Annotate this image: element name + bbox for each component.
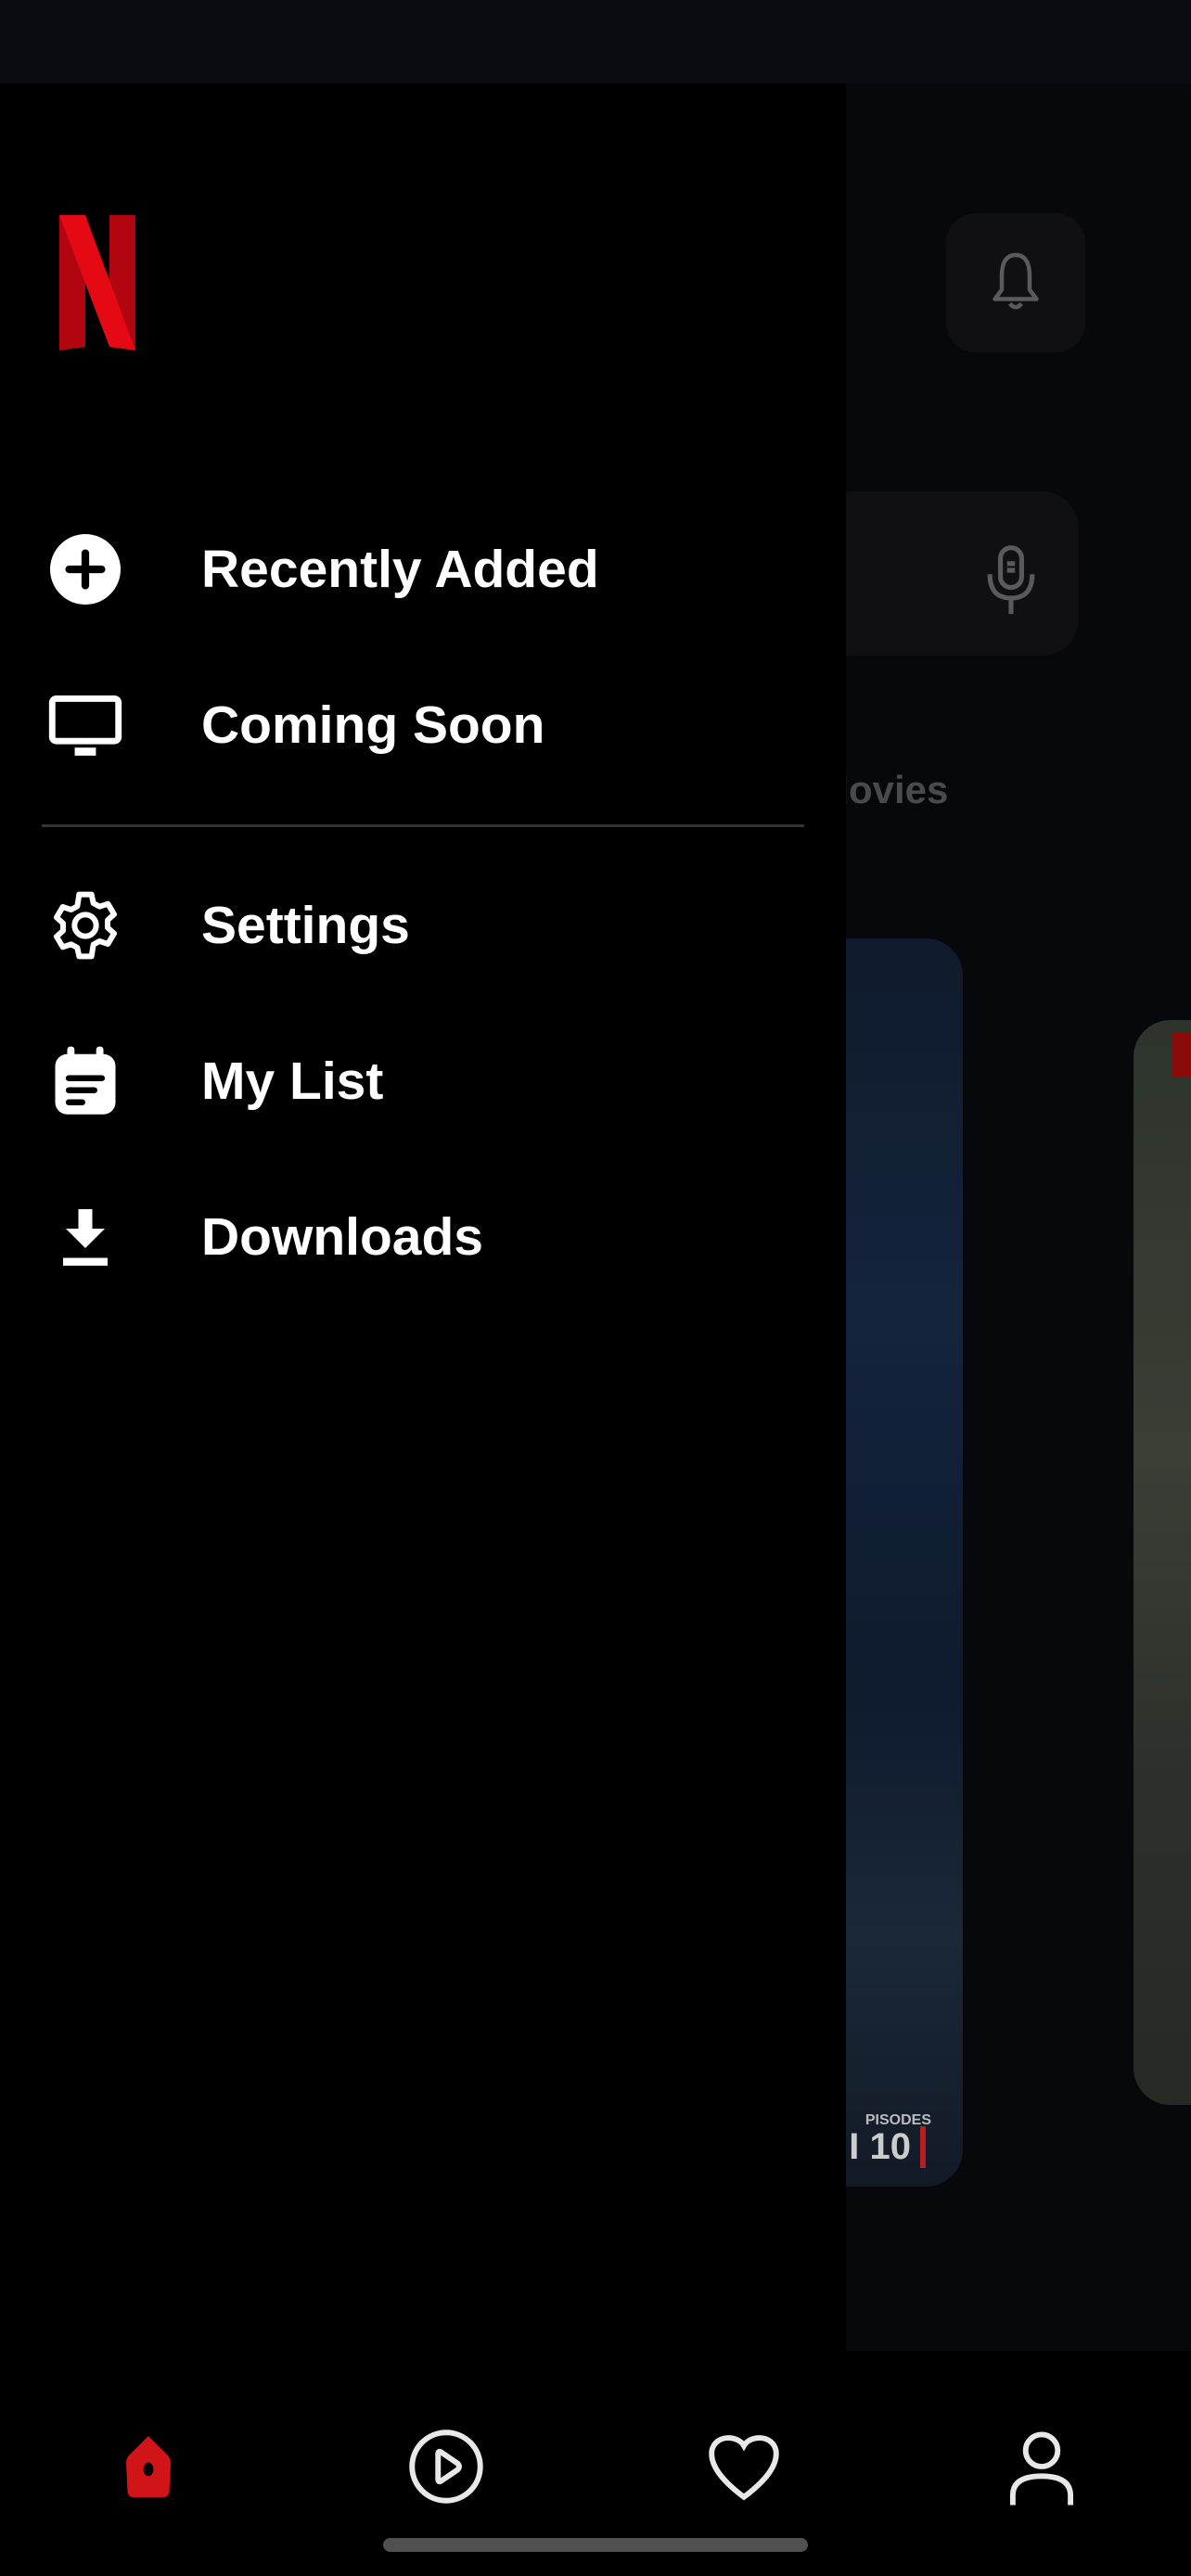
menu-item-coming-soon[interactable]: Coming Soon	[0, 670, 846, 781]
microphone-icon[interactable]	[979, 542, 1044, 617]
plus-circle-icon	[48, 532, 122, 606]
gear-icon	[48, 888, 122, 963]
menu-label: Downloads	[201, 1207, 484, 1267]
home-indicator[interactable]	[383, 2538, 808, 2552]
nav-play[interactable]	[400, 2420, 493, 2513]
menu-item-my-list[interactable]: My List	[0, 1026, 846, 1137]
menu-item-settings[interactable]: Settings	[0, 870, 846, 981]
nav-favorites[interactable]	[698, 2420, 790, 2513]
nav-home[interactable]	[102, 2420, 195, 2513]
heart-icon	[709, 2435, 779, 2501]
poster-card[interactable]	[1133, 1020, 1191, 2105]
menu-label: Settings	[201, 896, 410, 955]
netflix-badge-icon	[1172, 1033, 1191, 1078]
notifications-button[interactable]	[946, 213, 1085, 352]
download-icon	[48, 1200, 122, 1274]
menu-label: My List	[201, 1052, 384, 1111]
nav-profile[interactable]	[995, 2420, 1088, 2513]
menu-label: Recently Added	[201, 540, 599, 599]
list-calendar-icon	[48, 1044, 122, 1118]
bell-icon	[992, 252, 1039, 310]
play-circle-icon	[409, 2429, 483, 2504]
menu-item-recently-added[interactable]: Recently Added	[0, 514, 846, 625]
tv-icon	[48, 688, 122, 762]
menu-divider	[42, 824, 804, 827]
profile-icon	[1009, 2431, 1074, 2506]
menu-label: Coming Soon	[201, 695, 545, 755]
poster-episode-count: I 10	[849, 2126, 926, 2168]
netflix-logo	[59, 215, 135, 351]
menu-item-downloads[interactable]: Downloads	[0, 1181, 846, 1293]
home-icon	[126, 2436, 171, 2497]
status-bar	[0, 0, 1191, 83]
